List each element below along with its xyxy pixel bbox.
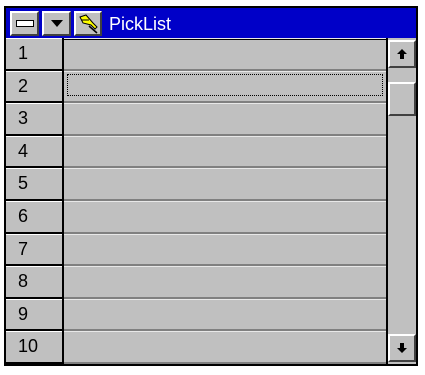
focus-rectangle xyxy=(67,73,383,97)
row-cell[interactable] xyxy=(64,135,386,169)
row-header-highlight xyxy=(6,266,62,268)
cell-highlight xyxy=(64,331,386,333)
cell-highlight xyxy=(64,103,386,105)
picklist-window: PickList 1 2 3 4 5 6 7 8 9 10 xyxy=(4,6,418,366)
row-header-highlight xyxy=(6,135,62,137)
row-number[interactable]: 10 xyxy=(6,331,64,364)
row-number[interactable]: 3 xyxy=(6,103,64,136)
row-cell[interactable] xyxy=(64,103,386,136)
row-header-highlight xyxy=(6,233,62,235)
cell-highlight xyxy=(64,70,386,72)
cell-highlight xyxy=(64,201,386,202)
cell-highlight xyxy=(64,38,386,39)
list-row[interactable]: 10 xyxy=(6,331,386,364)
row-cell[interactable] xyxy=(64,70,386,104)
row-number[interactable]: 2 xyxy=(6,70,64,104)
row-cell[interactable] xyxy=(64,201,386,234)
pin-button[interactable] xyxy=(74,11,102,36)
list-row[interactable]: 4 xyxy=(6,135,386,169)
row-cell[interactable] xyxy=(64,233,386,267)
row-number[interactable]: 8 xyxy=(6,266,64,299)
list-row[interactable]: 1 xyxy=(6,38,386,71)
list-row[interactable]: 8 xyxy=(6,266,386,299)
row-cell[interactable] xyxy=(64,266,386,299)
row-header-highlight xyxy=(6,38,62,39)
row-header-highlight xyxy=(6,103,62,105)
list-row[interactable]: 7 xyxy=(6,233,386,267)
list-row[interactable]: 5 xyxy=(6,168,386,201)
scroll-up-button[interactable] xyxy=(388,40,416,68)
row-number[interactable]: 9 xyxy=(6,298,64,332)
picklist-grid: 1 2 3 4 5 6 7 8 9 10 xyxy=(6,38,386,364)
row-number[interactable]: 1 xyxy=(6,38,64,71)
row-number[interactable]: 7 xyxy=(6,233,64,267)
system-menu-icon xyxy=(15,20,34,27)
row-cell[interactable] xyxy=(64,331,386,364)
cell-highlight xyxy=(64,266,386,268)
list-row[interactable]: 3 xyxy=(6,103,386,136)
row-number[interactable]: 5 xyxy=(6,168,64,201)
system-menu-button[interactable] xyxy=(10,11,39,36)
row-header-highlight xyxy=(6,70,62,72)
row-cell[interactable] xyxy=(64,298,386,332)
dropdown-arrow-icon xyxy=(50,20,63,27)
vertical-scrollbar[interactable] xyxy=(386,38,416,364)
row-number[interactable]: 4 xyxy=(6,135,64,169)
cell-highlight xyxy=(64,168,386,170)
window-title: PickList xyxy=(109,14,172,34)
cell-highlight xyxy=(64,135,386,137)
cell-highlight xyxy=(64,298,386,300)
cell-highlight xyxy=(64,233,386,235)
row-number[interactable]: 6 xyxy=(6,201,64,234)
row-cell[interactable] xyxy=(64,168,386,201)
row-cell[interactable] xyxy=(64,38,386,71)
scroll-thumb[interactable] xyxy=(388,82,416,116)
list-row[interactable]: 2 xyxy=(6,70,386,104)
row-header-highlight xyxy=(6,331,62,333)
row-header-highlight xyxy=(6,168,62,170)
arrow-down-icon xyxy=(397,343,407,353)
scroll-down-button[interactable] xyxy=(388,334,416,362)
title-bar[interactable]: PickList xyxy=(6,8,416,40)
row-header-highlight xyxy=(6,298,62,300)
pin-icon xyxy=(79,13,98,34)
list-row[interactable]: 9 xyxy=(6,298,386,332)
arrow-up-icon xyxy=(397,49,407,59)
row-header-highlight xyxy=(6,201,62,202)
list-row[interactable]: 6 xyxy=(6,201,386,234)
dropdown-button[interactable] xyxy=(42,11,71,36)
